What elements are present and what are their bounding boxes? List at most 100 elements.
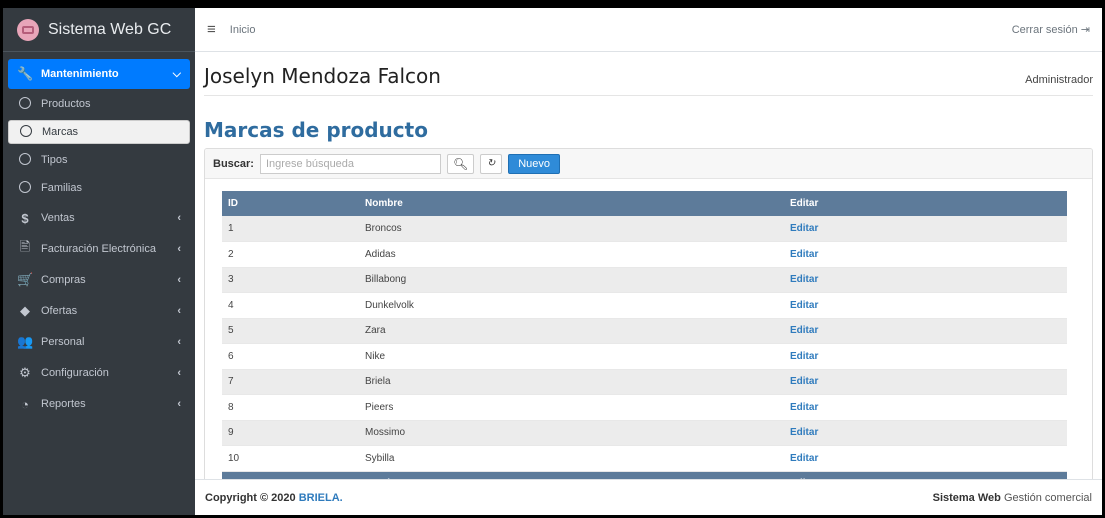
sidebar-item-familias[interactable]: Familias (8, 176, 190, 200)
table-header-row: ID Nombre Editar (222, 191, 1067, 216)
edit-link[interactable]: Editar (784, 343, 1067, 370)
copyright-brand-link[interactable]: BRIELA. (299, 492, 343, 504)
tags-icon: ◆ (20, 303, 30, 318)
footer-header-id: ID (222, 471, 359, 479)
nav-link-inicio[interactable]: Inicio (230, 24, 256, 36)
cell-id: 8 (222, 394, 359, 421)
chevron-left-icon: ‹ (177, 212, 181, 224)
footer-app-bold: Sistema Web (932, 491, 1001, 504)
cell-nombre: Broncos (359, 216, 784, 242)
sidebar-item-productos[interactable]: Productos (8, 92, 190, 116)
column-header-editar: Editar (784, 191, 1067, 216)
sidebar-item-mantenimiento[interactable]: 🔧 Mantenimiento ⌵ (8, 59, 190, 89)
chevron-left-icon: ‹ (177, 398, 181, 410)
hamburger-menu-icon[interactable]: ≡ (207, 21, 216, 38)
sidebar-item-personal[interactable]: 👥 Personal ‹ (8, 328, 190, 356)
cell-id: 10 (222, 445, 359, 472)
chevron-down-icon: ⌵ (172, 67, 181, 80)
cell-id: 1 (222, 216, 359, 242)
footer-app-text: Gestión comercial (1003, 491, 1092, 504)
pie-chart-icon: ◔ (21, 396, 29, 412)
edit-link[interactable]: Editar (784, 394, 1067, 421)
footer-app-name: Sistema Web Gestión comercial (933, 492, 1092, 504)
cell-id: 7 (222, 369, 359, 395)
sidebar-nav: 🔧 Mantenimiento ⌵ Productos Marcas Tipos… (3, 52, 195, 418)
sidebar-item-ofertas[interactable]: ◆ Ofertas ‹ (8, 297, 190, 325)
gear-icon: ⚙ (19, 365, 31, 380)
edit-link[interactable]: Editar (784, 216, 1067, 242)
sidebar-item-label: Productos (41, 98, 91, 110)
chevron-left-icon: ‹ (177, 367, 181, 379)
brand-title: Sistema Web GC (48, 20, 172, 38)
sidebar-item-tipos[interactable]: Tipos (8, 148, 190, 172)
sidebar-item-label: Mantenimiento (41, 68, 119, 80)
sidebar-item-facturacion[interactable]: 🖹 Facturación Electrónica ‹ (8, 235, 190, 263)
logout-label: Cerrar sesión (1011, 24, 1078, 36)
search-label: Buscar: (213, 157, 254, 170)
cell-nombre: Adidas (359, 241, 784, 268)
refresh-button[interactable]: ↻ (480, 153, 503, 174)
edit-link[interactable]: Editar (784, 241, 1067, 268)
table-footer-row: ID Nombre Editar (222, 471, 1067, 479)
sidebar-item-configuracion[interactable]: ⚙ Configuración ‹ (8, 359, 190, 387)
chevron-left-icon: ‹ (177, 336, 181, 348)
footer-header-nombre: Nombre (359, 471, 784, 479)
cell-nombre: Briela (359, 369, 784, 395)
table-row: 5 Zara Editar (222, 318, 1067, 344)
page-footer: Copyright © 2020 BRIELA. Sistema Web Ges… (195, 479, 1102, 515)
edit-link[interactable]: Editar (784, 267, 1067, 293)
edit-link[interactable]: Editar (784, 292, 1067, 319)
topbar: ≡ Inicio Cerrar sesión ⇥ (195, 8, 1102, 52)
sidebar-item-marcas[interactable]: Marcas (8, 120, 190, 144)
cell-nombre: Mossimo (359, 420, 784, 446)
cell-nombre: Pieers (359, 394, 784, 421)
table-row: 4 Dunkelvolk Editar (222, 292, 1067, 319)
column-header-id[interactable]: ID (222, 191, 359, 216)
cell-nombre: Zara (359, 318, 784, 344)
edit-link[interactable]: Editar (784, 318, 1067, 344)
sidebar-item-ventas[interactable]: $ Ventas ‹ (8, 204, 190, 232)
column-header-nombre[interactable]: Nombre (359, 191, 784, 216)
copyright-text: Copyright © 2020 (205, 491, 296, 504)
sidebar-item-label: Configuración (41, 367, 109, 379)
table-row: 6 Nike Editar (222, 343, 1067, 370)
invoice-icon: 🖹 (19, 239, 31, 254)
dollar-icon: $ (21, 210, 29, 226)
cell-id: 9 (222, 420, 359, 446)
cell-id: 4 (222, 292, 359, 319)
sidebar-item-compras[interactable]: 🛒 Compras ‹ (8, 266, 190, 294)
footer-header-editar: Editar (784, 471, 1067, 479)
user-role: Administrador (1025, 74, 1093, 86)
cart-icon: 🛒 (17, 272, 34, 287)
circle-icon (17, 180, 33, 196)
edit-link[interactable]: Editar (784, 369, 1067, 395)
search-button[interactable]: 🔍︎ (446, 153, 475, 174)
brand-logo-icon (17, 18, 39, 41)
table-row: 2 Adidas Editar (222, 241, 1067, 268)
edit-link[interactable]: Editar (784, 445, 1067, 472)
cell-id: 6 (222, 343, 359, 370)
table-row: 10 Sybilla Editar (222, 445, 1067, 472)
chevron-left-icon: ‹ (177, 274, 181, 286)
brand[interactable]: Sistema Web GC (3, 8, 195, 52)
brands-table: ID Nombre Editar 1 Broncos Editar 2 Adid… (222, 191, 1067, 479)
sidebar-item-label: Tipos (41, 154, 68, 166)
sidebar-item-label: Familias (41, 182, 82, 194)
sidebar-item-label: Marcas (42, 126, 79, 138)
search-input[interactable] (259, 153, 441, 174)
circle-icon (17, 96, 33, 112)
sign-out-icon: ⇥ (1080, 24, 1090, 36)
new-button[interactable]: Nuevo (508, 153, 560, 174)
table-row: 7 Briela Editar (222, 369, 1067, 395)
main-content: Joselyn Mendoza Falcon Administrador Mar… (195, 52, 1102, 479)
circle-icon (18, 124, 34, 140)
edit-link[interactable]: Editar (784, 420, 1067, 446)
table-body: 1 Broncos Editar 2 Adidas Editar 3 Billa… (222, 216, 1067, 472)
logout-link[interactable]: Cerrar sesión ⇥ (1012, 23, 1090, 36)
sidebar-item-reportes[interactable]: ◔ Reportes ‹ (8, 390, 190, 418)
users-icon: 👥 (17, 334, 34, 349)
table-row: 1 Broncos Editar (222, 216, 1067, 242)
user-header: Joselyn Mendoza Falcon Administrador (204, 52, 1093, 96)
brands-card: Buscar: 🔍︎ ↻ Nuevo ID Nombre Editar 1 Br… (204, 148, 1093, 479)
sidebar-item-label: Reportes (41, 398, 86, 410)
